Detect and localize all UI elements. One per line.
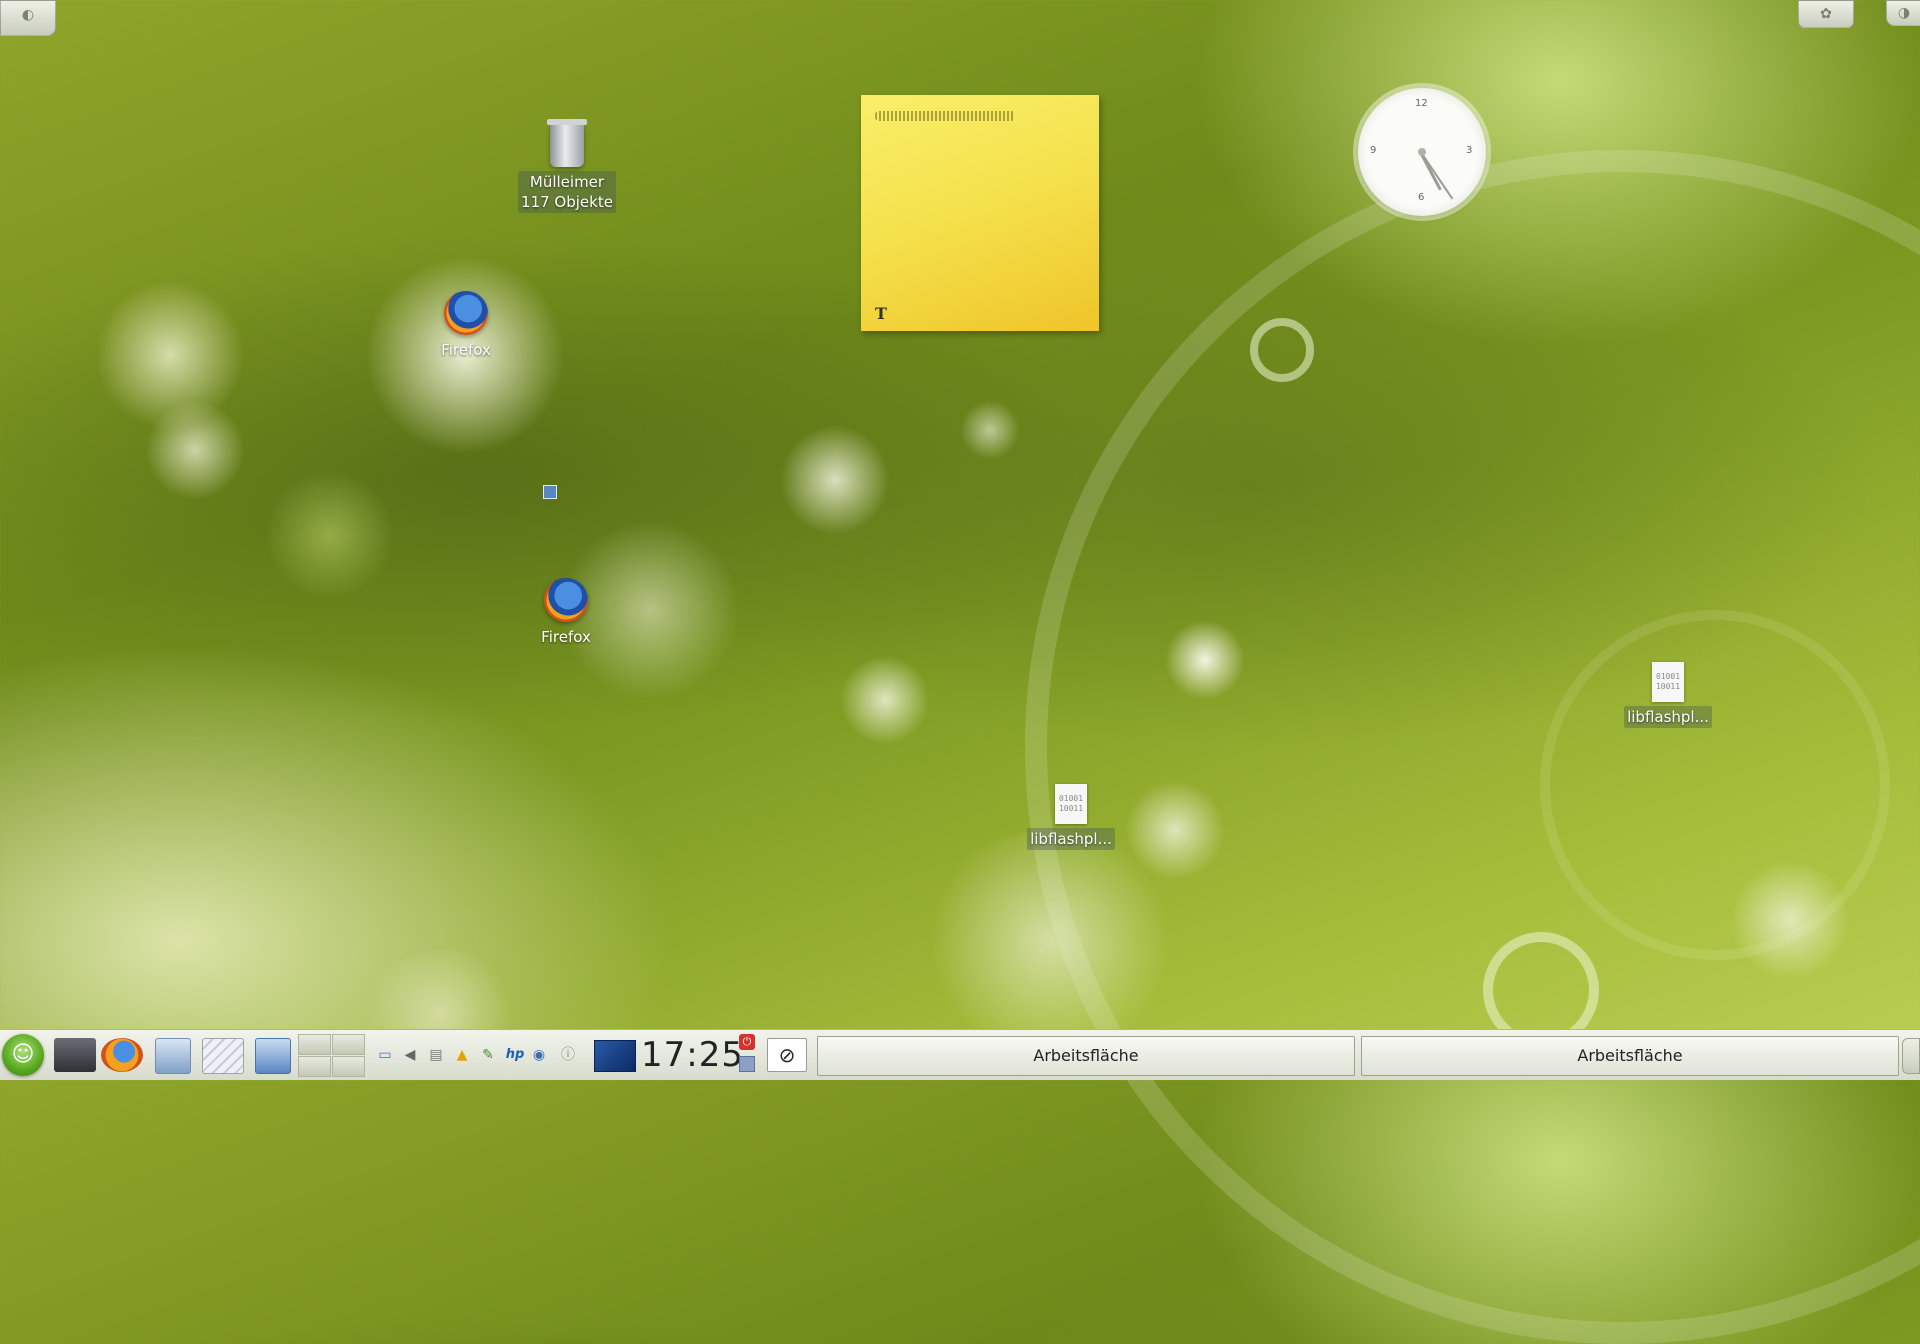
binary-file-icon: 01001 10011 bbox=[1055, 784, 1087, 824]
desktop-icon-trash[interactable]: Mülleimer 117 Objekte bbox=[517, 119, 617, 213]
monitor-icon[interactable]: ▭ bbox=[377, 1046, 393, 1064]
desktop-icon-label: Firefox bbox=[441, 341, 491, 359]
desktop-icon-label: Firefox bbox=[541, 628, 591, 646]
digital-clock[interactable]: 17:25 bbox=[641, 1032, 744, 1078]
hp-icon[interactable]: hp bbox=[504, 1046, 526, 1064]
firefox-icon bbox=[444, 291, 488, 335]
show-desktop-icon[interactable] bbox=[594, 1040, 636, 1072]
task-button[interactable]: Arbeitsfläche bbox=[817, 1036, 1355, 1076]
firefox-launcher-icon[interactable] bbox=[101, 1038, 143, 1072]
desktop-icon-firefox[interactable]: Firefox bbox=[416, 291, 516, 361]
desktop-icon-label: libflashpl... bbox=[1027, 828, 1115, 850]
network-launcher-icon[interactable] bbox=[54, 1038, 96, 1072]
task-button[interactable]: Arbeitsfläche bbox=[1361, 1036, 1899, 1076]
lock-screen-icon[interactable] bbox=[739, 1056, 755, 1072]
top-right-corner-toolbox[interactable]: ◑ bbox=[1886, 0, 1920, 26]
taskbar: ☺ ▭ ◀ ▤ ▲ ✎ hp ◉ ⓘ 17:25 ⏻ ⊘ Arbeitsfläc… bbox=[0, 1029, 1920, 1080]
top-left-toolbox[interactable]: ◐ bbox=[0, 0, 56, 36]
trash-count: 117 Objekte bbox=[521, 193, 613, 211]
desktop-icon-libflash[interactable]: 01001 10011 libflashpl... bbox=[1618, 662, 1718, 728]
desktop-icon-small-link[interactable] bbox=[500, 485, 600, 499]
cashew-icon: ◐ bbox=[21, 7, 35, 23]
clock-minute-hand bbox=[1420, 152, 1454, 200]
panel-toolbox-button[interactable] bbox=[1902, 1038, 1920, 1074]
clock-numeral: 12 bbox=[1415, 98, 1428, 109]
desktop-window-launcher-icon[interactable] bbox=[255, 1038, 291, 1074]
top-right-desktop-toolbox[interactable]: ✿ bbox=[1798, 0, 1854, 28]
clock-numeral: 9 bbox=[1370, 145, 1377, 156]
clock-numeral: 3 bbox=[1466, 145, 1473, 156]
screenshot-launcher-icon[interactable] bbox=[202, 1038, 244, 1074]
trash-icon bbox=[547, 119, 587, 167]
logout-icon[interactable]: ⏻ bbox=[739, 1034, 755, 1050]
analog-clock-widget[interactable]: 12 3 6 9 bbox=[1358, 88, 1486, 216]
network-manager-icon[interactable]: ◉ bbox=[531, 1046, 547, 1064]
lock-logout-widget: ⏻ bbox=[739, 1034, 757, 1076]
opensuse-gecko-icon: ☺ bbox=[11, 1042, 35, 1067]
sticky-note-widget[interactable]: T bbox=[861, 95, 1099, 331]
firefox-icon bbox=[544, 578, 588, 622]
virtual-desktop-pager[interactable] bbox=[298, 1034, 365, 1077]
desktop-icon-libflash[interactable]: 01001 10011 libflashpl... bbox=[1021, 784, 1121, 850]
cashew-icon: ◑ bbox=[1897, 5, 1911, 21]
activity-manager-icon[interactable]: ⊘ bbox=[767, 1038, 807, 1072]
speaker-icon[interactable]: ◀ bbox=[402, 1046, 418, 1064]
clipboard-icon[interactable]: ▤ bbox=[428, 1046, 444, 1064]
desktop-icon-firefox[interactable]: Firefox bbox=[516, 578, 616, 648]
pager-desktop-4[interactable] bbox=[332, 1056, 365, 1077]
clock-center bbox=[1418, 148, 1426, 156]
application-launcher-button[interactable]: ☺ bbox=[2, 1034, 44, 1076]
plug-icon[interactable]: ✎ bbox=[480, 1046, 496, 1064]
text-format-icon[interactable]: T bbox=[875, 304, 887, 323]
pager-desktop-3[interactable] bbox=[298, 1056, 331, 1077]
trash-label: Mülleimer bbox=[529, 173, 605, 191]
binary-file-icon: 01001 10011 bbox=[1652, 662, 1684, 702]
clock-numeral: 6 bbox=[1418, 192, 1425, 203]
task-button-label: Arbeitsfläche bbox=[1577, 1046, 1683, 1065]
note-handwriting bbox=[875, 111, 1015, 121]
desktop-icon-label: libflashpl... bbox=[1624, 706, 1712, 728]
desktop-icon-label: Mülleimer 117 Objekte bbox=[518, 171, 616, 213]
file-manager-launcher-icon[interactable] bbox=[155, 1038, 191, 1074]
pager-desktop-2[interactable] bbox=[332, 1034, 365, 1055]
pager-desktop-1[interactable] bbox=[298, 1034, 331, 1055]
widget-icon: ✿ bbox=[1820, 6, 1832, 22]
task-button-label: Arbeitsfläche bbox=[1033, 1046, 1139, 1065]
info-icon[interactable]: ⓘ bbox=[560, 1046, 576, 1064]
small-link-icon bbox=[543, 485, 557, 499]
warning-icon[interactable]: ▲ bbox=[454, 1046, 470, 1064]
